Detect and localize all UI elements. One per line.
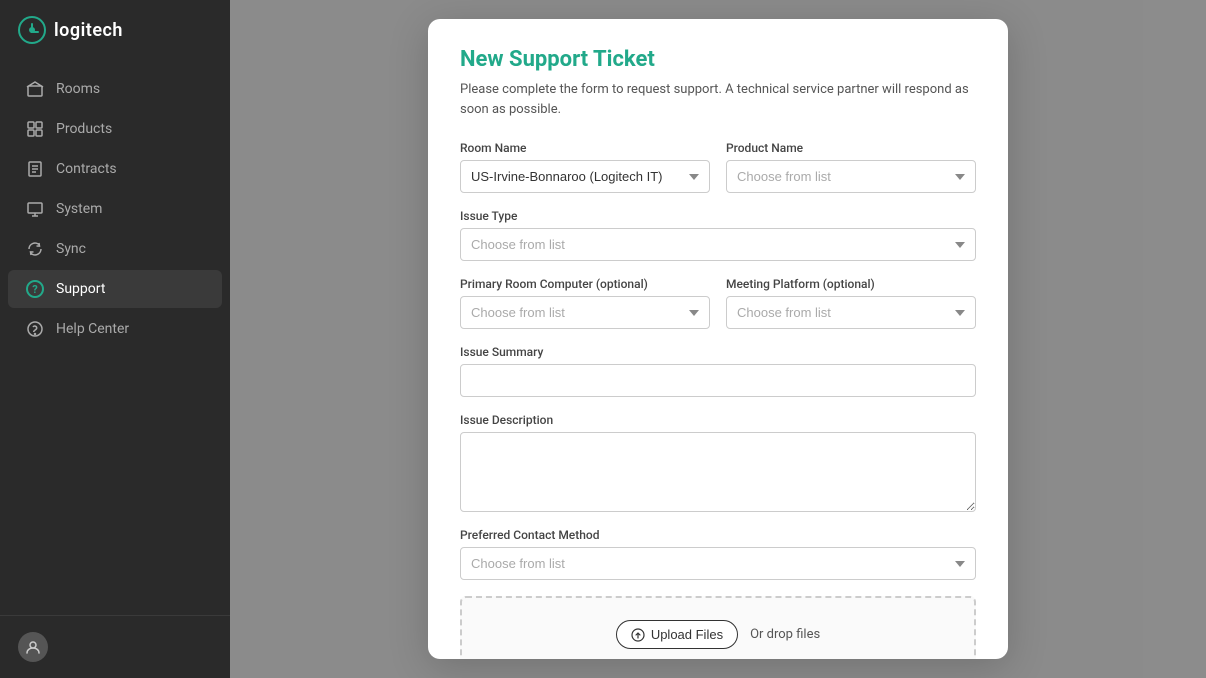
modal-overlay: New Support Ticket Please complete the f… xyxy=(230,0,1206,678)
products-icon xyxy=(26,120,44,138)
support-ticket-modal: New Support Ticket Please complete the f… xyxy=(428,19,1008,659)
form-row-4: Issue Summary xyxy=(460,345,976,397)
sidebar-item-contracts-label: Contracts xyxy=(56,161,117,177)
sidebar: logitech Rooms Products xyxy=(0,0,230,678)
meeting-platform-label: Meeting Platform (optional) xyxy=(726,277,976,291)
sidebar-item-rooms[interactable]: Rooms xyxy=(8,70,222,108)
sidebar-item-help-label: Help Center xyxy=(56,321,129,337)
help-icon xyxy=(26,320,44,338)
preferred-contact-group: Preferred Contact Method Choose from lis… xyxy=(460,528,976,580)
product-name-select[interactable]: Choose from list xyxy=(726,160,976,193)
sidebar-item-sync[interactable]: Sync xyxy=(8,230,222,268)
form-row-5: Issue Description xyxy=(460,413,976,512)
upload-btn-label: Upload Files xyxy=(651,627,723,642)
issue-type-select[interactable]: Choose from list xyxy=(460,228,976,261)
sync-icon xyxy=(26,240,44,258)
sidebar-item-products[interactable]: Products xyxy=(8,110,222,148)
sidebar-item-help[interactable]: Help Center xyxy=(8,310,222,348)
upload-area[interactable]: Upload Files Or drop files xyxy=(460,596,976,659)
issue-description-group: Issue Description xyxy=(460,413,976,512)
sidebar-item-products-label: Products xyxy=(56,121,112,137)
product-name-group: Product Name Choose from list xyxy=(726,141,976,193)
issue-summary-group: Issue Summary xyxy=(460,345,976,397)
modal-subtitle: Please complete the form to request supp… xyxy=(460,80,976,119)
form-row-3: Primary Room Computer (optional) Choose … xyxy=(460,277,976,329)
sidebar-item-support-label: Support xyxy=(56,281,105,297)
primary-computer-group: Primary Room Computer (optional) Choose … xyxy=(460,277,710,329)
main-content: New Support Ticket Please complete the f… xyxy=(230,0,1206,678)
system-icon xyxy=(26,200,44,218)
issue-type-label: Issue Type xyxy=(460,209,976,223)
logo-area: logitech xyxy=(0,0,230,60)
sidebar-bottom xyxy=(0,615,230,678)
room-name-group: Room Name US-Irvine-Bonnaroo (Logitech I… xyxy=(460,141,710,193)
upload-icon xyxy=(631,628,645,642)
sidebar-nav: Rooms Products xyxy=(0,60,230,615)
sidebar-item-system-label: System xyxy=(56,201,102,217)
primary-computer-label: Primary Room Computer (optional) xyxy=(460,277,710,291)
issue-summary-input[interactable] xyxy=(460,364,976,397)
form-row-2: Issue Type Choose from list xyxy=(460,209,976,261)
avatar[interactable] xyxy=(18,632,48,662)
issue-description-textarea[interactable] xyxy=(460,432,976,512)
sidebar-item-support[interactable]: ? Support xyxy=(8,270,222,308)
form-row-1: Room Name US-Irvine-Bonnaroo (Logitech I… xyxy=(460,141,976,193)
primary-computer-select[interactable]: Choose from list xyxy=(460,296,710,329)
product-name-label: Product Name xyxy=(726,141,976,155)
sidebar-item-sync-label: Sync xyxy=(56,241,86,257)
issue-summary-label: Issue Summary xyxy=(460,345,976,359)
sidebar-item-contracts[interactable]: Contracts xyxy=(8,150,222,188)
issue-description-label: Issue Description xyxy=(460,413,976,427)
room-name-label: Room Name xyxy=(460,141,710,155)
preferred-contact-label: Preferred Contact Method xyxy=(460,528,976,542)
rooms-icon xyxy=(26,80,44,98)
preferred-contact-select[interactable]: Choose from list xyxy=(460,547,976,580)
logo-text: logitech xyxy=(54,20,123,41)
modal-title: New Support Ticket xyxy=(460,47,976,72)
upload-or-text: Or drop files xyxy=(750,627,820,642)
meeting-platform-group: Meeting Platform (optional) Choose from … xyxy=(726,277,976,329)
support-icon: ? xyxy=(26,280,44,298)
sidebar-item-rooms-label: Rooms xyxy=(56,81,100,97)
logitech-logo-icon xyxy=(18,16,46,44)
upload-files-button[interactable]: Upload Files xyxy=(616,620,738,649)
form-row-6: Preferred Contact Method Choose from lis… xyxy=(460,528,976,580)
contracts-icon xyxy=(26,160,44,178)
issue-type-group: Issue Type Choose from list xyxy=(460,209,976,261)
sidebar-item-system[interactable]: System xyxy=(8,190,222,228)
room-name-select[interactable]: US-Irvine-Bonnaroo (Logitech IT) xyxy=(460,160,710,193)
meeting-platform-select[interactable]: Choose from list xyxy=(726,296,976,329)
